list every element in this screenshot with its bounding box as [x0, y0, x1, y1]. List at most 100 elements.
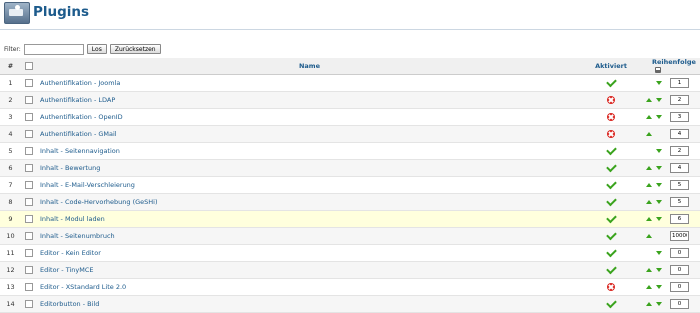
row-checkbox[interactable]: [25, 249, 33, 257]
row-checkbox[interactable]: [25, 283, 33, 291]
move-up-icon[interactable]: [646, 132, 652, 136]
disabled-x-icon[interactable]: [607, 283, 615, 291]
plugin-name-cell: Inhalt - Seitennavigation: [37, 142, 582, 160]
order-input[interactable]: [670, 163, 689, 173]
order-input[interactable]: [670, 197, 689, 207]
row-checkbox-cell: [21, 261, 37, 279]
order-input[interactable]: [670, 146, 689, 156]
plugin-name-link[interactable]: Inhalt - E-Mail-Verschleierung: [40, 181, 135, 189]
enabled-check-icon[interactable]: [605, 76, 617, 88]
plugin-name-link[interactable]: Inhalt - Seitenumbruch: [40, 232, 115, 240]
enabled-check-icon[interactable]: [605, 144, 617, 156]
row-checkbox[interactable]: [25, 113, 33, 121]
row-checkbox[interactable]: [25, 130, 33, 138]
table-row: 1 Authentifikation - Joomla: [0, 74, 700, 92]
plugin-name-link[interactable]: Authentifikation - OpenID: [40, 113, 123, 121]
plugin-name-link[interactable]: Inhalt - Seitennavigation: [40, 147, 120, 155]
disabled-x-icon[interactable]: [607, 113, 615, 121]
move-up-icon[interactable]: [646, 183, 652, 187]
row-checkbox[interactable]: [25, 164, 33, 172]
move-up-icon[interactable]: [646, 200, 652, 204]
move-up-icon[interactable]: [646, 302, 652, 306]
plugin-name-cell: Authentifikation - GMail: [37, 125, 582, 143]
enabled-check-icon[interactable]: [605, 161, 617, 173]
move-down-icon[interactable]: [656, 217, 662, 221]
order-input[interactable]: [670, 265, 689, 275]
order-input[interactable]: [670, 299, 689, 309]
plugin-name-link[interactable]: Authentifikation - Joomla: [40, 79, 120, 87]
order-input[interactable]: [670, 112, 689, 122]
plugin-name-link[interactable]: Inhalt - Code-Hervorhebung (GeSHi): [40, 198, 158, 206]
active-cell: [582, 295, 640, 313]
row-checkbox[interactable]: [25, 215, 33, 223]
select-all-checkbox[interactable]: [25, 62, 33, 70]
move-up-icon[interactable]: [646, 98, 652, 102]
enabled-check-icon[interactable]: [605, 212, 617, 224]
plugin-name-link[interactable]: Editor - XStandard Lite 2.0: [40, 283, 126, 291]
order-input[interactable]: [670, 214, 689, 224]
col-header-order[interactable]: Reihenfolge: [640, 58, 700, 75]
row-checkbox[interactable]: [25, 79, 33, 87]
move-down-icon[interactable]: [656, 200, 662, 204]
enabled-check-icon[interactable]: [605, 246, 617, 258]
plugin-name-link[interactable]: Inhalt - Bewertung: [40, 164, 100, 172]
order-input[interactable]: [670, 282, 689, 292]
plugin-name-link[interactable]: Authentifikation - GMail: [40, 130, 117, 138]
move-up-icon[interactable]: [646, 217, 652, 221]
enabled-check-icon[interactable]: [605, 178, 617, 190]
row-number: 14: [0, 295, 21, 313]
order-input[interactable]: [670, 95, 689, 105]
order-input[interactable]: [670, 129, 689, 139]
save-order-icon[interactable]: [655, 67, 661, 73]
order-input[interactable]: [670, 248, 689, 258]
row-checkbox[interactable]: [25, 300, 33, 308]
row-checkbox[interactable]: [25, 96, 33, 104]
order-arrows-cell: [640, 91, 670, 109]
move-down-icon[interactable]: [656, 285, 662, 289]
move-up-icon[interactable]: [646, 115, 652, 119]
plugin-name-link[interactable]: Authentifikation - LDAP: [40, 96, 115, 104]
row-checkbox[interactable]: [25, 232, 33, 240]
col-header-name[interactable]: Name: [37, 58, 582, 75]
row-checkbox[interactable]: [25, 198, 33, 206]
col-header-checkbox: [21, 58, 37, 75]
order-header-label: Reihenfolge: [652, 58, 696, 66]
plugin-name-link[interactable]: Inhalt - Modul laden: [40, 215, 105, 223]
row-checkbox[interactable]: [25, 266, 33, 274]
move-up-icon[interactable]: [646, 234, 652, 238]
plugin-name-link[interactable]: Editor - Kein Editor: [40, 249, 101, 257]
col-header-active[interactable]: Aktiviert: [582, 58, 640, 75]
enabled-check-icon[interactable]: [605, 263, 617, 275]
move-down-icon[interactable]: [656, 98, 662, 102]
move-down-icon[interactable]: [656, 268, 662, 272]
page-header: Plugins: [0, 0, 700, 28]
order-input[interactable]: [670, 231, 689, 241]
move-down-icon[interactable]: [656, 302, 662, 306]
move-down-icon[interactable]: [656, 115, 662, 119]
row-number: 6: [0, 159, 21, 177]
row-checkbox[interactable]: [25, 147, 33, 155]
move-down-icon[interactable]: [656, 251, 662, 255]
enabled-check-icon[interactable]: [605, 297, 617, 309]
filter-input[interactable]: [23, 43, 84, 55]
move-down-icon[interactable]: [656, 183, 662, 187]
order-input[interactable]: [670, 78, 689, 88]
move-down-icon[interactable]: [656, 166, 662, 170]
order-input[interactable]: [670, 180, 689, 190]
move-up-icon[interactable]: [646, 166, 652, 170]
table-row: 7 Inhalt - E-Mail-Verschleierung: [0, 176, 700, 194]
enabled-check-icon[interactable]: [605, 229, 617, 241]
reset-button[interactable]: Zurücksetzen: [109, 44, 161, 54]
move-up-icon[interactable]: [646, 268, 652, 272]
plugin-name-link[interactable]: Editorbutton - Bild: [40, 300, 99, 308]
go-button[interactable]: Los: [86, 44, 107, 54]
row-checkbox[interactable]: [25, 181, 33, 189]
plugin-name-cell: Editor - XStandard Lite 2.0: [37, 278, 582, 296]
plugin-name-link[interactable]: Editor - TinyMCE: [40, 266, 94, 274]
disabled-x-icon[interactable]: [607, 96, 615, 104]
move-down-icon[interactable]: [656, 149, 662, 153]
disabled-x-icon[interactable]: [607, 130, 615, 138]
move-down-icon[interactable]: [656, 81, 662, 85]
enabled-check-icon[interactable]: [605, 195, 617, 207]
move-up-icon[interactable]: [646, 285, 652, 289]
